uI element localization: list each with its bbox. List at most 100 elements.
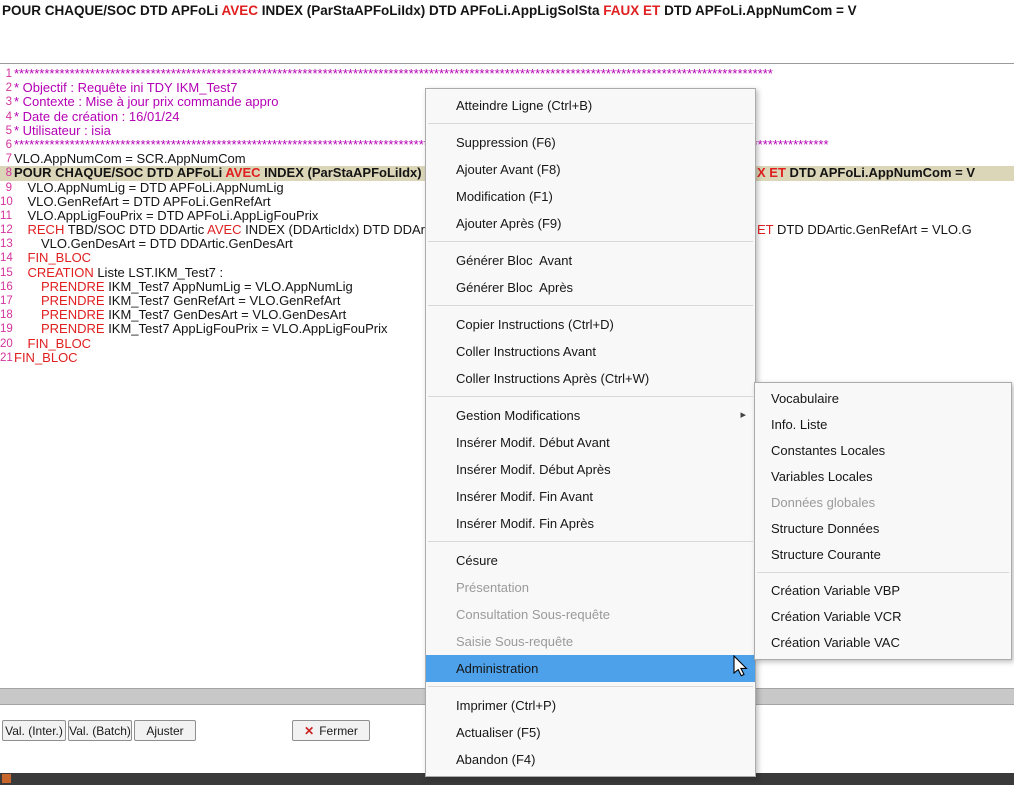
context-menu-item-generer-bloc-avant[interactable]: Générer Bloc Avant [426, 247, 755, 274]
code-token: AVEC [225, 165, 260, 180]
menu-item-label: Imprimer (Ctrl+P) [456, 698, 556, 713]
line-number: 5 [0, 124, 12, 138]
close-x-icon: ✕ [304, 724, 314, 738]
submenu: VocabulaireInfo. ListeConstantes Locales… [754, 382, 1012, 660]
submenu-item-variables-locales[interactable]: Variables Locales [755, 464, 1011, 490]
button-label: Val. (Inter.) [5, 724, 63, 738]
code-token: DTD APFoLi.AppNumCom = V [786, 165, 975, 180]
submenu-item-vocabulaire[interactable]: Vocabulaire [755, 386, 1011, 412]
context-menu-item-gestion-modifications[interactable]: Gestion Modifications▸ [426, 402, 755, 429]
code-text: VLO.GenRefArt = DTD APFoLi.GenRefArt [14, 194, 271, 209]
context-menu-item-abandon-f4[interactable]: Abandon (F4) [426, 746, 755, 773]
code-token: VLO.GenDesArt = DTD DDArtic.GenDesArt [41, 236, 293, 251]
context-menu-item-imprimer-ctrl-p[interactable]: Imprimer (Ctrl+P) [426, 692, 755, 719]
line-number: 19 [0, 322, 12, 336]
code-token: * Date de création : 16/01/24 [14, 109, 180, 124]
button-bar: Val. (Inter.) Val. (Batch)Ajuster ✕ Fermer [0, 720, 430, 743]
menu-item-label: Variables Locales [771, 469, 873, 484]
context-menu-item-coller-instructions-avant[interactable]: Coller Instructions Avant [426, 338, 755, 365]
context-menu-item-inserer-modif-fin-avant[interactable]: Insérer Modif. Fin Avant [426, 483, 755, 510]
current-line-display: POUR CHAQUE/SOC DTD APFoLi AVEC INDEX (P… [2, 3, 857, 18]
code-token: AVEC [222, 3, 259, 18]
code-text: VLO.AppLigFouPrix = DTD APFoLi.AppLigFou… [14, 208, 318, 223]
context-menu-separator [428, 686, 753, 687]
code-text-right: ET DTD DDArtic.GenRefArt = VLO.G [757, 223, 972, 237]
submenu-item-constantes-locales[interactable]: Constantes Locales [755, 438, 1011, 464]
context-menu-item-administration[interactable]: Administration [426, 655, 755, 682]
menu-item-label: Actualiser (F5) [456, 725, 541, 740]
line-number: 15 [0, 266, 12, 280]
submenu-item-donnees-globales[interactable]: Données globales [755, 490, 1011, 516]
code-token: IKM_Test7 GenDesArt = VLO.GenDesArt [105, 307, 347, 322]
menu-item-label: Insérer Modif. Début Après [456, 462, 611, 477]
menu-item-label: Abandon (F4) [456, 752, 536, 767]
context-menu-item-ajouter-apres-f9[interactable]: Ajouter Après (F9) [426, 210, 755, 237]
mouse-cursor-icon [733, 655, 751, 679]
context-menu-item-saisie-sous-requete[interactable]: Saisie Sous-requête [426, 628, 755, 655]
context-menu-separator [428, 541, 753, 542]
menu-item-label: Saisie Sous-requête [456, 634, 573, 649]
submenu-item-structure-donnees[interactable]: Structure Données [755, 516, 1011, 542]
ajuster-button[interactable]: Ajuster [134, 720, 196, 741]
fermer-button[interactable]: ✕ Fermer [292, 720, 370, 741]
val-inter-button[interactable]: Val. (Inter.) [2, 720, 66, 741]
menu-item-label: Insérer Modif. Fin Après [456, 516, 594, 531]
code-token: Liste LST.IKM_Test7 : [94, 265, 223, 280]
submenu-item-creation-variable-vcr[interactable]: Création Variable VCR [755, 604, 1011, 630]
submenu-item-creation-variable-vac[interactable]: Création Variable VAC [755, 630, 1011, 656]
code-text: PRENDRE IKM_Test7 GenRefArt = VLO.GenRef… [14, 293, 340, 308]
line-number: 2 [0, 81, 12, 95]
menu-item-label: Suppression (F6) [456, 135, 556, 150]
submenu-item-info-liste[interactable]: Info. Liste [755, 412, 1011, 438]
code-token: VLO.AppLigFouPrix = DTD APFoLi.AppLigFou… [28, 208, 319, 223]
menu-item-label: Création Variable VAC [771, 635, 900, 650]
code-token: PRENDRE [41, 321, 105, 336]
context-menu-item-inserer-modif-fin-apres[interactable]: Insérer Modif. Fin Après [426, 510, 755, 537]
code-token: * Objectif : Requête ini TDY IKM_Test7 [14, 80, 238, 95]
code-token: FAUX ET [603, 3, 660, 18]
code-token: DTD APFoLi.AppNumCom = V [660, 3, 856, 18]
val-batch-button[interactable]: Val. (Batch) [68, 720, 132, 741]
code-text: PRENDRE IKM_Test7 AppLigFouPrix = VLO.Ap… [14, 321, 387, 336]
code-token: INDEX (ParStaAPFoLiIdx) DTD APFoLi.AppLi… [258, 3, 603, 18]
line-number: 6 [0, 138, 12, 152]
code-token: IKM_Test7 AppLigFouPrix = VLO.AppLigFouP… [105, 321, 388, 336]
context-menu-item-inserer-modif-debut-apres[interactable]: Insérer Modif. Début Après [426, 456, 755, 483]
code-token: VLO.AppNumCom = SCR.AppNumCom [14, 151, 246, 166]
code-token: IKM_Test7 AppNumLig = VLO.AppNumLig [105, 279, 353, 294]
menu-item-label: Consultation Sous-requête [456, 607, 610, 622]
button-label: Fermer [319, 724, 358, 738]
context-menu-item-modification-f1[interactable]: Modification (F1) [426, 183, 755, 210]
code-token: PRENDRE [41, 279, 105, 294]
menu-item-label: Insérer Modif. Fin Avant [456, 489, 593, 504]
context-menu-item-actualiser-f5[interactable]: Actualiser (F5) [426, 719, 755, 746]
context-menu: Atteindre Ligne (Ctrl+B) Suppression (F6)… [425, 88, 756, 777]
code-token: PRENDRE [41, 307, 105, 322]
submenu-item-structure-courante[interactable]: Structure Courante [755, 542, 1011, 568]
code-token: TBD/SOC DTD DDArtic [64, 222, 207, 237]
context-menu-item-cesure[interactable]: Césure [426, 547, 755, 574]
submenu-separator [757, 572, 1009, 573]
line-number: 14 [0, 251, 12, 265]
code-token: FIN_BLOC [14, 350, 78, 365]
code-text: VLO.GenDesArt = DTD DDArtic.GenDesArt [14, 236, 293, 251]
line-number: 9 [0, 181, 12, 195]
context-menu-item-atteindre-ligne-ctrl-b[interactable]: Atteindre Ligne (Ctrl+B) [426, 92, 755, 119]
code-token: FIN_BLOC [28, 336, 92, 351]
menu-item-label: Coller Instructions Avant [456, 344, 596, 359]
context-menu-item-coller-instructions-apres-ctrl-w[interactable]: Coller Instructions Après (Ctrl+W) [426, 365, 755, 392]
context-menu-item-ajouter-avant-f8[interactable]: Ajouter Avant (F8) [426, 156, 755, 183]
context-menu-item-copier-instructions-ctrl-d[interactable]: Copier Instructions (Ctrl+D) [426, 311, 755, 338]
menu-item-label: Atteindre Ligne (Ctrl+B) [456, 98, 592, 113]
context-menu-separator [428, 305, 753, 306]
code-line-1[interactable]: 1***************************************… [0, 67, 1014, 81]
submenu-arrow-icon: ▸ [740, 402, 746, 429]
context-menu-item-inserer-modif-debut-avant[interactable]: Insérer Modif. Début Avant [426, 429, 755, 456]
context-menu-item-consultation-sous-requete[interactable]: Consultation Sous-requête [426, 601, 755, 628]
context-menu-item-suppression-f6[interactable]: Suppression (F6) [426, 129, 755, 156]
context-menu-item-generer-bloc-apres[interactable]: Générer Bloc Après [426, 274, 755, 301]
submenu-item-creation-variable-vbp[interactable]: Création Variable VBP [755, 578, 1011, 604]
context-menu-item-presentation[interactable]: Présentation [426, 574, 755, 601]
code-token: ****************************************… [14, 66, 773, 81]
menu-item-label: Création Variable VCR [771, 609, 902, 624]
